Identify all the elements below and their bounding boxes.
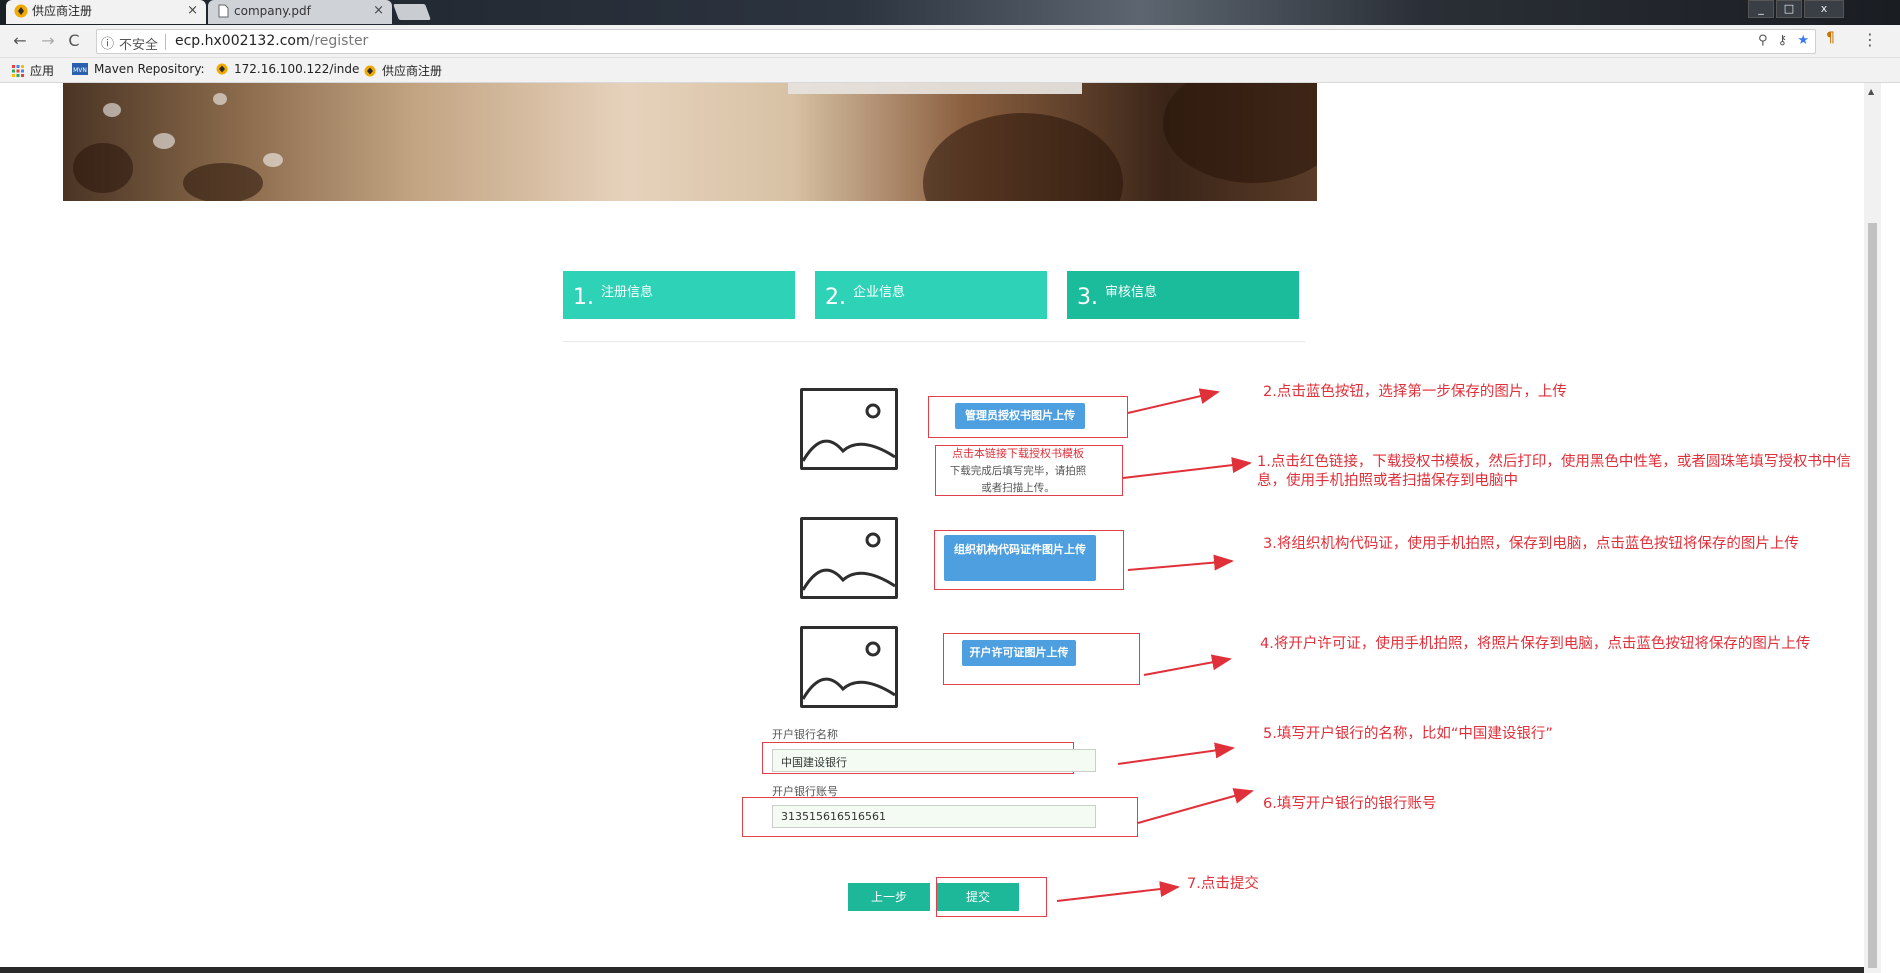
page-scrollbar[interactable]: ▲ (1864, 83, 1881, 973)
bookmarks-bar: 应用 MVN Maven Repository: 172.16.100.122/… (0, 58, 1900, 83)
tab-supplier-register[interactable]: 供应商注册 × (6, 0, 206, 24)
bookmark-internal-ip[interactable]: 172.16.100.122/inde (216, 62, 359, 76)
bookmark-star-icon[interactable]: ★ (1797, 33, 1809, 48)
browser-tab-strip: 供应商注册 × company.pdf × _ □ x (0, 0, 1900, 25)
tab-company-pdf[interactable]: company.pdf × (208, 0, 392, 24)
scroll-thumb[interactable] (1868, 223, 1877, 968)
extension-icon[interactable]: ¶ (1826, 30, 1835, 46)
arrow-to-annotation-6 (1137, 788, 1254, 824)
reload-icon[interactable]: C (64, 31, 84, 51)
arrow-to-annotation-1 (1122, 457, 1252, 479)
arrow-to-annotation-3 (1127, 554, 1234, 571)
zoom-icon[interactable]: ⚲ (1758, 33, 1768, 48)
arrow-to-annotation-5 (1117, 742, 1235, 765)
close-window-button[interactable]: x (1804, 0, 1844, 18)
site-logo-icon (364, 65, 376, 77)
address-bar-actions: ⚲ ⚷ ★ (1752, 33, 1809, 48)
close-tab-icon[interactable]: × (373, 0, 384, 22)
svg-text:MVN: MVN (73, 67, 87, 74)
new-tab-button[interactable] (393, 4, 431, 20)
site-logo-icon (14, 4, 28, 18)
maximize-button[interactable]: □ (1776, 0, 1802, 18)
forward-arrow-icon[interactable]: → (38, 31, 58, 51)
arrow-to-annotation-2 (1127, 388, 1220, 414)
page-viewport: 1. 注册信息 2. 企业信息 3. 审核信息 管理员授权书图片上传 点击本链接下载授… (0, 83, 1864, 973)
bookmark-supplier-register[interactable]: 供应商注册 (364, 62, 442, 79)
browser-menu-icon[interactable]: ⋮ (1862, 30, 1878, 49)
apps-grid-icon (12, 65, 24, 77)
browser-toolbar: ← → C ⓘ 不安全 ecp.hx002132.com/register ⚲ … (0, 25, 1900, 58)
tab-title: company.pdf (234, 4, 311, 18)
document-icon (218, 4, 229, 18)
bookmark-apps[interactable]: 应用 (12, 62, 54, 79)
bookmark-maven[interactable]: MVN Maven Repository: (72, 62, 205, 76)
minimize-button[interactable]: _ (1748, 0, 1774, 18)
info-icon[interactable]: ⓘ (101, 33, 114, 52)
scroll-up-arrow-icon[interactable]: ▲ (1868, 87, 1874, 96)
key-icon[interactable]: ⚷ (1778, 33, 1788, 48)
close-tab-icon[interactable]: × (187, 0, 198, 22)
window-edge (1881, 83, 1900, 973)
address-bar[interactable]: ⓘ 不安全 ecp.hx002132.com/register ⚲ ⚷ ★ (96, 29, 1816, 54)
tab-title: 供应商注册 (32, 4, 93, 18)
page-footer-bar (0, 967, 1864, 973)
annotation-arrows (1056, 388, 1254, 902)
back-arrow-icon[interactable]: ← (10, 31, 30, 51)
arrow-to-annotation-7 (1056, 881, 1180, 902)
url-text: ecp.hx002132.com/register (175, 33, 369, 49)
mvn-icon: MVN (72, 63, 88, 75)
address-separator (165, 34, 166, 50)
arrow-to-annotation-4 (1143, 654, 1232, 676)
site-logo-icon (216, 63, 228, 75)
security-label: 不安全 (119, 38, 159, 53)
